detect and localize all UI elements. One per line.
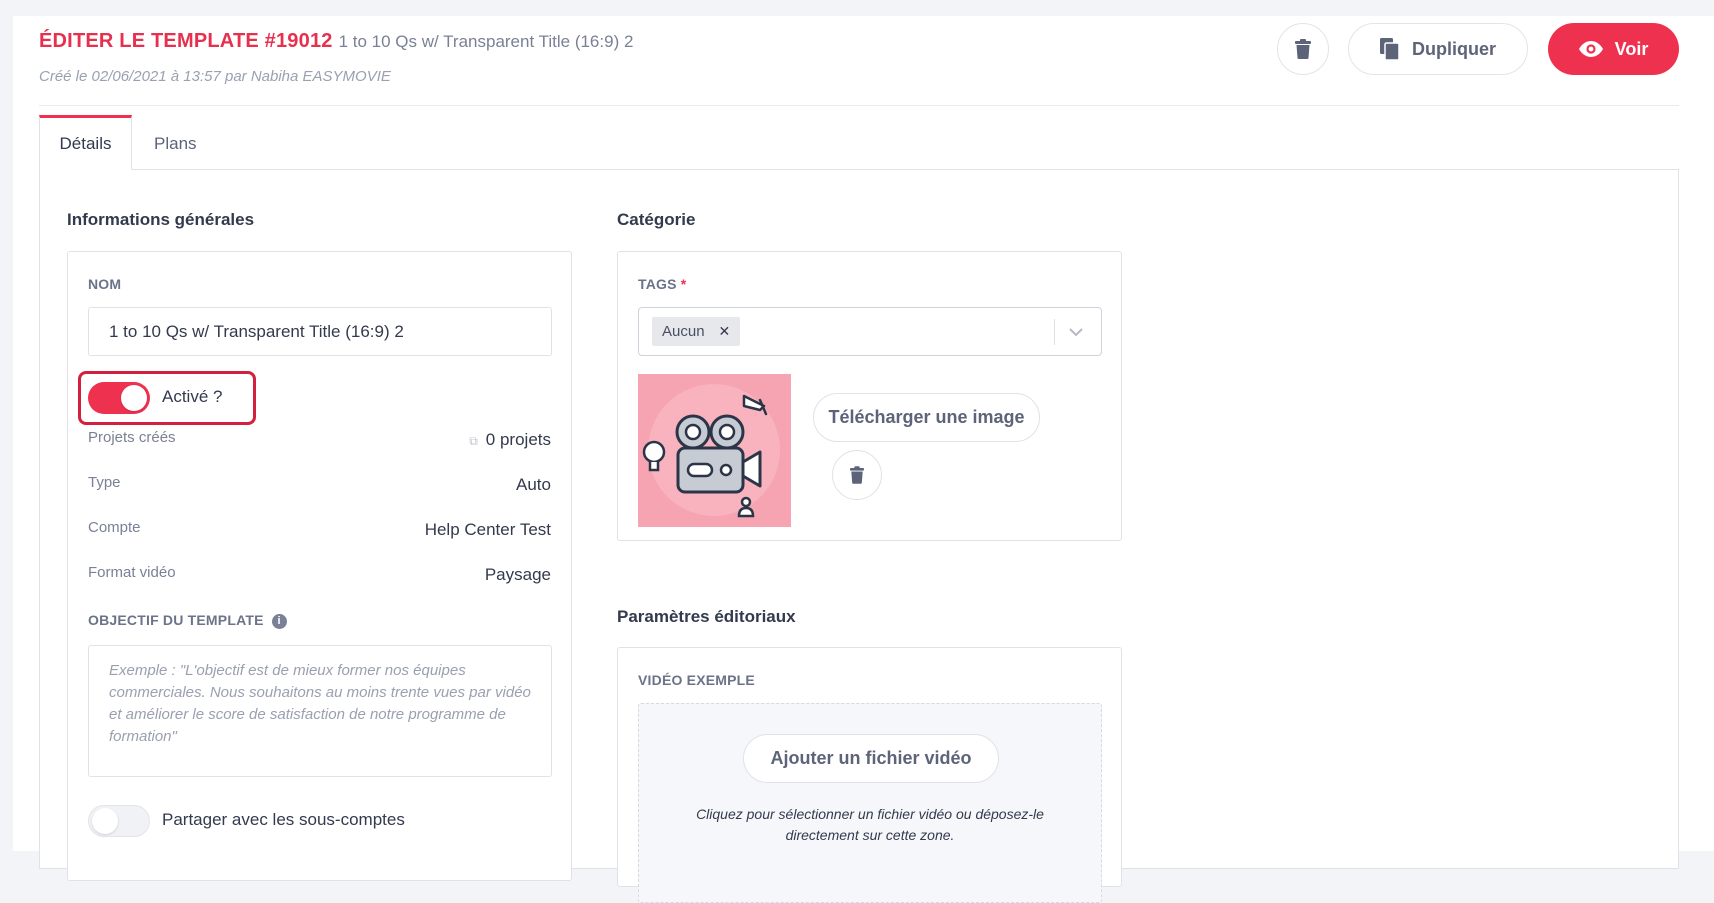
tag-chip-label: Aucun — [662, 323, 705, 340]
category-title: Catégorie — [617, 210, 696, 229]
tags-label: TAGS * — [638, 276, 686, 292]
view-button[interactable]: Voir — [1548, 23, 1679, 75]
video-dropzone[interactable]: Ajouter un fichier vidéo Cliquez pour sé… — [638, 703, 1102, 903]
chevron-down-icon[interactable] — [1067, 323, 1085, 341]
tab-plans[interactable]: Plans — [154, 134, 197, 154]
select-separator — [1054, 319, 1055, 345]
toggle-knob — [121, 385, 147, 411]
share-toggle-label: Partager avec les sous-comptes — [162, 810, 405, 829]
projects-created-label: Projets créés — [88, 429, 176, 446]
account-value: Help Center Test — [424, 520, 551, 539]
general-info-title: Informations générales — [67, 210, 255, 229]
projects-count: 0 projets — [485, 430, 551, 449]
projects-created-value[interactable]: ⧉ 0 projets — [469, 430, 551, 450]
tab-details[interactable]: Détails — [39, 115, 132, 170]
type-value: Auto — [516, 475, 551, 494]
active-toggle[interactable] — [88, 382, 150, 414]
tags-select[interactable]: Aucun ✕ — [638, 307, 1102, 356]
info-icon[interactable]: i — [271, 614, 287, 629]
objective-label: OBJECTIF DU TEMPLATE i — [88, 612, 287, 629]
page-title-template-name: 1 to 10 Qs w/ Transparent Title (16:9) 2 — [338, 32, 634, 51]
share-toggle[interactable] — [88, 805, 150, 837]
page-title: ÉDITER LE TEMPLATE #19012 1 to 10 Qs w/ T… — [39, 30, 633, 53]
duplicate-label: Dupliquer — [1412, 38, 1496, 59]
external-link-icon: ⧉ — [469, 434, 478, 448]
tags-label-text: TAGS — [638, 276, 677, 292]
trash-icon — [1295, 39, 1311, 59]
dropzone-hint: Cliquez pour sélectionner un fichier vid… — [639, 804, 1101, 846]
trash-icon — [850, 466, 864, 484]
tag-chip: Aucun ✕ — [652, 317, 741, 346]
remove-tag-icon[interactable]: ✕ — [719, 323, 731, 340]
dropzone-hint-line-2: directement sur cette zone. — [785, 827, 955, 843]
video-format-label: Format vidéo — [88, 564, 176, 581]
general-info-card: NOM 1 to 10 Qs w/ Transparent Title (16:… — [67, 251, 572, 881]
duplicate-button[interactable]: Dupliquer — [1348, 23, 1528, 75]
editorial-title: Paramètres éditoriaux — [617, 607, 796, 626]
category-thumbnail — [638, 374, 791, 527]
active-toggle-label: Activé ? — [162, 387, 223, 406]
account-label: Compte — [88, 519, 141, 536]
editorial-card: VIDÉO EXEMPLE Ajouter un fichier vidéo C… — [617, 647, 1122, 903]
category-card: TAGS * Aucun ✕ Télécharger une image — [617, 251, 1122, 541]
objective-label-text: OBJECTIF DU TEMPLATE — [88, 612, 264, 628]
type-label: Type — [88, 474, 121, 491]
objective-textarea[interactable]: Exemple : "L'objectif est de mieux forme… — [88, 645, 552, 777]
header-divider — [39, 105, 1679, 106]
toggle-knob — [92, 808, 118, 834]
video-format-value: Paysage — [484, 565, 551, 584]
copy-icon — [1380, 38, 1400, 60]
page: ÉDITER LE TEMPLATE #19012 1 to 10 Qs w/ T… — [13, 16, 1714, 903]
add-video-button[interactable]: Ajouter un fichier vidéo — [743, 734, 999, 783]
example-video-label: VIDÉO EXEMPLE — [638, 672, 755, 688]
eye-icon — [1578, 41, 1603, 57]
video-camera-illustration — [642, 384, 780, 518]
upload-image-button[interactable]: Télécharger une image — [813, 393, 1040, 442]
delete-image-button[interactable] — [832, 450, 882, 500]
view-label: Voir — [1614, 38, 1649, 59]
required-mark: * — [680, 276, 687, 292]
page-title-main: ÉDITER LE TEMPLATE #19012 — [39, 30, 333, 52]
delete-template-button[interactable] — [1277, 23, 1329, 75]
name-input[interactable]: 1 to 10 Qs w/ Transparent Title (16:9) 2 — [88, 307, 552, 356]
dropzone-hint-line-1: Cliquez pour sélectionner un fichier vid… — [696, 806, 1044, 822]
name-label: NOM — [88, 276, 122, 292]
details-panel: Informations générales NOM 1 to 10 Qs w/… — [39, 169, 1679, 903]
created-info: Créé le 02/06/2021 à 13:57 par Nabiha EA… — [39, 68, 391, 85]
